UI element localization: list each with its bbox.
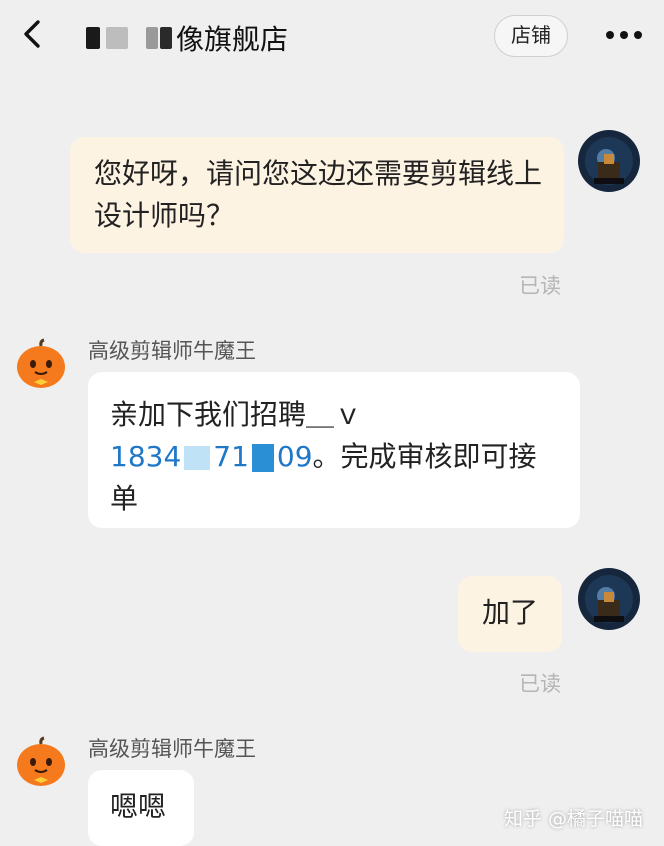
redacted-mask: [146, 27, 158, 49]
message-bubble-outgoing[interactable]: 加了: [458, 576, 562, 652]
message-text: 加了: [482, 596, 539, 629]
phone-number-link[interactable]: 1834 71 09: [110, 440, 313, 473]
redacted-mask: [251, 444, 274, 472]
chat-header: 像旗舰店 店铺: [0, 0, 664, 78]
phone-fragment: 09: [276, 440, 313, 473]
shop-button[interactable]: 店铺: [494, 15, 568, 57]
redacted-mask: [160, 27, 172, 49]
user-avatar-image: [578, 568, 640, 630]
phone-fragment: 71: [213, 440, 249, 473]
message-text: 嗯嗯: [110, 790, 167, 823]
pumpkin-mascot-icon[interactable]: [14, 338, 68, 392]
user-avatar[interactable]: [578, 568, 640, 630]
message-bubble-outgoing[interactable]: 您好呀，请问您这边还需要剪辑线上设计师吗？: [70, 137, 564, 253]
message-bubble-incoming[interactable]: 亲加下我们招聘＿ｖ 1834 71 09。完成审核即可接单: [88, 372, 580, 528]
back-chevron-icon[interactable]: [16, 17, 50, 51]
shop-title: 像旗舰店: [86, 18, 288, 58]
phone-fragment: 1834: [110, 440, 182, 473]
sender-name: 高级剪辑师牛魔王: [88, 339, 256, 363]
message-bubble-incoming[interactable]: 嗯嗯: [88, 770, 194, 846]
user-avatar[interactable]: [578, 130, 640, 192]
more-dots-icon[interactable]: [604, 27, 644, 43]
user-avatar-image: [578, 130, 640, 192]
read-status: 已读: [519, 672, 561, 696]
sender-name: 高级剪辑师牛魔王: [88, 737, 256, 761]
redacted-mask: [86, 27, 100, 49]
message-text: 亲加下我们招聘＿ｖ: [110, 398, 363, 431]
shop-title-text: 像旗舰店: [176, 23, 289, 56]
watermark: 知乎 @橘子喵喵: [504, 808, 644, 830]
redacted-mask: [106, 27, 128, 49]
pumpkin-mascot-icon[interactable]: [14, 736, 68, 790]
read-status: 已读: [519, 274, 561, 298]
redacted-mask: [184, 446, 211, 470]
message-text: 您好呀，请问您这边还需要剪辑线上设计师吗？: [94, 157, 543, 232]
